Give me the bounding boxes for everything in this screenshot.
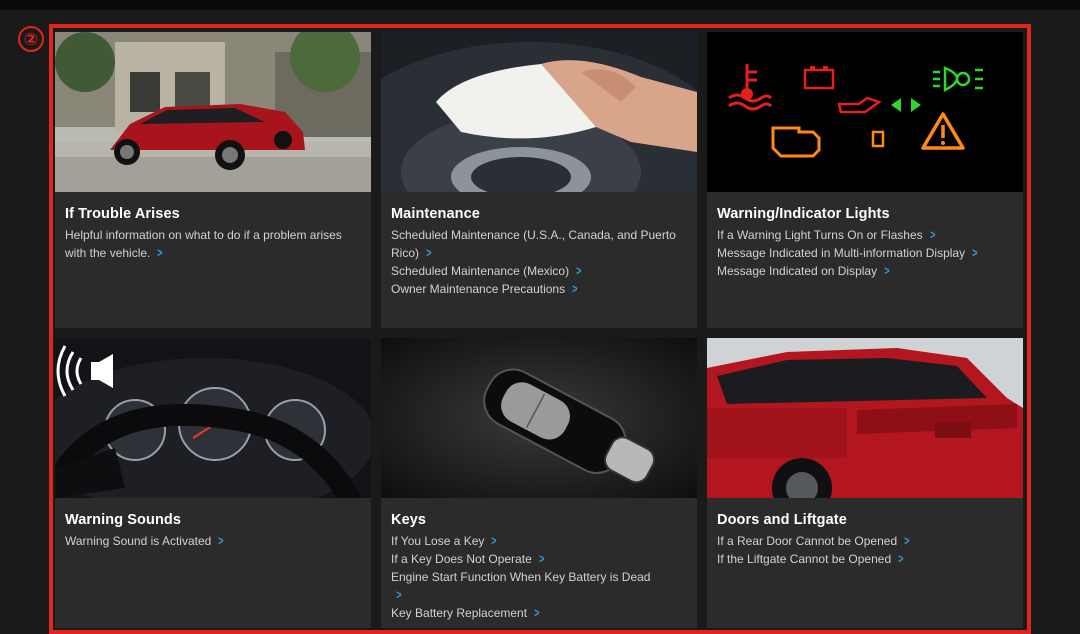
link-message-multi-information-display[interactable]: Message Indicated in Multi-information D… [717, 244, 1013, 262]
chevron-right-icon: > [396, 587, 402, 602]
smart-key-fob-photo[interactable] [381, 338, 697, 498]
link-message-on-display[interactable]: Message Indicated on Display > [717, 262, 1013, 280]
red-suv-street-photo[interactable] [55, 32, 371, 192]
chevron-right-icon: > [929, 227, 936, 242]
instrument-cluster-with-speaker-icon[interactable] [55, 338, 371, 498]
link-label: If the Liftgate Cannot be Opened [717, 552, 892, 566]
link-helpful-information[interactable]: Helpful information on what to do if a p… [65, 226, 361, 262]
link-scheduled-maintenance-mexico[interactable]: Scheduled Maintenance (Mexico) > [391, 262, 687, 280]
link-label: Owner Maintenance Precautions [391, 282, 566, 296]
card-links: Helpful information on what to do if a p… [55, 226, 371, 262]
top-bar [0, 0, 1080, 10]
link-label: Warning Sound is Activated [65, 534, 212, 548]
hand-cleaning-steering-wheel-photo[interactable] [381, 32, 697, 192]
chevron-right-icon: > [898, 551, 904, 566]
link-if-you-lose-a-key[interactable]: If You Lose a Key > [391, 532, 687, 550]
link-label: If a Warning Light Turns On or Flashes [717, 228, 923, 242]
card-maintenance: Maintenance Scheduled Maintenance (U.S.A… [381, 32, 697, 328]
link-label: If You Lose a Key [391, 534, 485, 548]
card-keys: Keys If You Lose a Key > If a Key Does No… [381, 338, 697, 628]
chevron-right-icon: > [576, 263, 582, 278]
link-key-battery-replacement[interactable]: Key Battery Replacement > [391, 604, 687, 622]
chevron-right-icon: > [904, 533, 910, 548]
chevron-right-icon: > [218, 533, 224, 548]
link-scheduled-maintenance-us[interactable]: Scheduled Maintenance (U.S.A., Canada, a… [391, 226, 687, 262]
chevron-right-icon: > [884, 263, 890, 278]
chevron-right-icon: > [491, 533, 497, 548]
link-label: Scheduled Maintenance (Mexico) [391, 264, 570, 278]
chevron-right-icon: > [157, 245, 163, 260]
card-links: If a Rear Door Cannot be Opened > If the … [707, 532, 1023, 568]
link-rear-door-cannot-open[interactable]: If a Rear Door Cannot be Opened > [717, 532, 1013, 550]
link-engine-start-key-battery-dead[interactable]: Engine Start Function When Key Battery i… [391, 568, 687, 604]
link-label: Key Battery Replacement [391, 606, 528, 620]
link-label: Scheduled Maintenance (U.S.A., Canada, a… [391, 228, 676, 260]
link-key-does-not-operate[interactable]: If a Key Does Not Operate > [391, 550, 687, 568]
chevron-right-icon: > [426, 245, 432, 260]
card-if-trouble-arises: If Trouble Arises Helpful information on… [55, 32, 371, 328]
chevron-right-icon: > [972, 245, 978, 260]
link-label: Helpful information on what to do if a p… [65, 228, 342, 260]
dashboard-warning-light-icons[interactable] [707, 32, 1023, 192]
link-label: If a Key Does Not Operate [391, 552, 532, 566]
link-label: Engine Start Function When Key Battery i… [391, 570, 651, 584]
card-title: Warning Sounds [65, 512, 182, 528]
link-warning-light-turns-on[interactable]: If a Warning Light Turns On or Flashes > [717, 226, 1013, 244]
card-title: If Trouble Arises [65, 206, 180, 222]
chevron-right-icon: > [572, 281, 578, 296]
link-liftgate-cannot-open[interactable]: If the Liftgate Cannot be Opened > [717, 550, 1013, 568]
card-links: Warning Sound is Activated > [55, 532, 371, 550]
card-title: Warning/Indicator Lights [717, 206, 890, 222]
card-links: If a Warning Light Turns On or Flashes > … [707, 226, 1023, 280]
card-title: Doors and Liftgate [717, 512, 847, 528]
card-warning-sounds: Warning Sounds Warning Sound is Activate… [55, 338, 371, 628]
card-title: Keys [391, 512, 427, 528]
link-label: If a Rear Door Cannot be Opened [717, 534, 898, 548]
link-label: Message Indicated on Display [717, 264, 878, 278]
chevron-right-icon: > [534, 605, 540, 620]
link-warning-sound-activated[interactable]: Warning Sound is Activated > [65, 532, 361, 550]
red-suv-rear-view-photo[interactable] [707, 338, 1023, 498]
card-title: Maintenance [391, 206, 480, 222]
link-owner-maintenance-precautions[interactable]: Owner Maintenance Precautions > [391, 280, 687, 298]
link-label: Message Indicated in Multi-information D… [717, 246, 966, 260]
card-warning-indicator-lights: Warning/Indicator Lights If a Warning Li… [707, 32, 1023, 328]
chevron-right-icon: > [538, 551, 545, 566]
card-links: If You Lose a Key > If a Key Does Not Ope… [381, 532, 697, 622]
callout-marker: ② [18, 26, 44, 52]
card-doors-and-liftgate: Doors and Liftgate If a Rear Door Cannot… [707, 338, 1023, 628]
card-links: Scheduled Maintenance (U.S.A., Canada, a… [381, 226, 697, 298]
